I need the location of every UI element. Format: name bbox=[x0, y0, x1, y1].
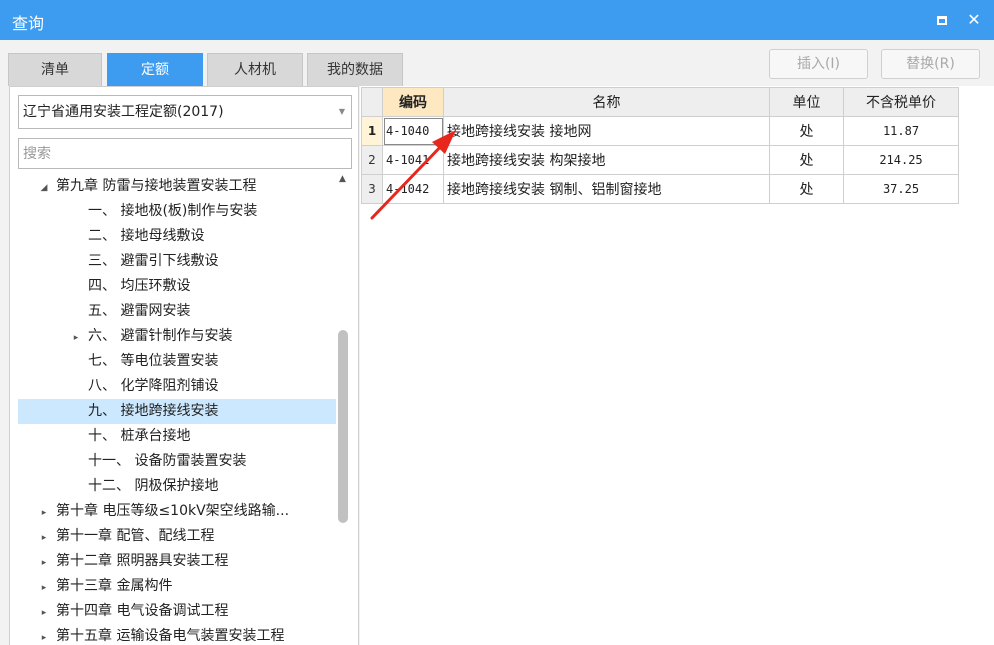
tab-labor-material-machine[interactable]: 人材机 bbox=[207, 53, 303, 86]
tree-item[interactable]: ▸ 第十三章 金属构件 bbox=[18, 574, 336, 599]
tree-item-label: 一、 接地极(板)制作与安装 bbox=[88, 203, 258, 219]
column-header-name[interactable]: 名称 bbox=[443, 87, 770, 117]
tree-item[interactable]: 七、 等电位装置安装 bbox=[18, 349, 336, 374]
cell-name[interactable]: 接地跨接线安装 钢制、铝制窗接地 bbox=[443, 174, 770, 204]
table-row[interactable]: 3 4-1042 接地跨接线安装 钢制、铝制窗接地 处 37.25 bbox=[361, 174, 959, 204]
tab-bill[interactable]: 清单 bbox=[8, 53, 102, 86]
expand-triangle-icon[interactable]: ▸ bbox=[38, 576, 50, 599]
tree-item[interactable]: 二、 接地母线敷设 bbox=[18, 224, 336, 249]
tree-item-label: 第十五章 运输设备电气装置安装工程 bbox=[56, 628, 285, 644]
tree-item-label: 九、 接地跨接线安装 bbox=[88, 403, 219, 419]
chevron-down-icon[interactable]: ▼ bbox=[339, 96, 345, 128]
cell-unit[interactable]: 处 bbox=[769, 116, 844, 146]
row-number: 3 bbox=[361, 174, 383, 204]
insert-button[interactable]: 插入(I) bbox=[769, 49, 868, 79]
tree-item[interactable]: ▸ 第十五章 运输设备电气装置安装工程 bbox=[18, 624, 336, 645]
cell-name[interactable]: 接地跨接线安装 接地网 bbox=[443, 116, 770, 146]
tree-item-label: 第十三章 金属构件 bbox=[56, 578, 173, 594]
scroll-up-arrow-icon[interactable]: ▲ bbox=[339, 174, 346, 184]
tab-quota[interactable]: 定额 bbox=[107, 53, 203, 86]
tree-item-label: 第十二章 照明器具安装工程 bbox=[56, 553, 229, 569]
cell-name[interactable]: 接地跨接线安装 构架接地 bbox=[443, 145, 770, 175]
tree-item-label: 十一、 设备防雷装置安装 bbox=[88, 453, 247, 469]
tree-item-label: 七、 等电位装置安装 bbox=[88, 353, 219, 369]
quota-library-select[interactable]: 辽宁省通用安装工程定额(2017) ▼ bbox=[18, 95, 352, 129]
tree-item-label: 第九章 防雷与接地装置安装工程 bbox=[56, 178, 257, 194]
row-number-header bbox=[361, 87, 383, 117]
expand-triangle-icon[interactable]: ▸ bbox=[38, 601, 50, 624]
collapse-triangle-icon[interactable]: ◢ bbox=[38, 176, 50, 199]
tree-item-label: 四、 均压环敷设 bbox=[88, 278, 191, 294]
tree-item[interactable]: 一、 接地极(板)制作与安装 bbox=[18, 199, 336, 224]
table-row[interactable]: 1 4-1040 接地跨接线安装 接地网 处 11.87 bbox=[361, 116, 959, 146]
tree-item[interactable]: ◢ 第九章 防雷与接地装置安装工程 bbox=[18, 174, 336, 199]
expand-triangle-icon[interactable]: ▸ bbox=[38, 501, 50, 524]
cell-price[interactable]: 11.87 bbox=[843, 116, 959, 146]
cell-unit[interactable]: 处 bbox=[769, 174, 844, 204]
maximize-icon[interactable] bbox=[930, 8, 954, 32]
tree-item-label: 第十一章 配管、配线工程 bbox=[56, 528, 215, 544]
expand-triangle-icon[interactable]: ▸ bbox=[70, 326, 82, 349]
cell-unit[interactable]: 处 bbox=[769, 145, 844, 175]
tree-item-label: 八、 化学降阻剂铺设 bbox=[88, 378, 219, 394]
row-number: 2 bbox=[361, 145, 383, 175]
tree-item-label: 六、 避雷针制作与安装 bbox=[88, 328, 233, 344]
tree-item[interactable]: ▸ 第十四章 电气设备调试工程 bbox=[18, 599, 336, 624]
expand-triangle-icon[interactable]: ▸ bbox=[38, 526, 50, 549]
chapter-tree: ◢ 第九章 防雷与接地装置安装工程一、 接地极(板)制作与安装 二、 接地母线敷设三… bbox=[18, 174, 336, 645]
scroll-thumb[interactable] bbox=[338, 330, 348, 523]
column-header-code[interactable]: 编码 bbox=[382, 87, 444, 117]
tree-item[interactable]: ▸ 第十二章 照明器具安装工程 bbox=[18, 549, 336, 574]
tree-item[interactable]: 八、 化学降阻剂铺设 bbox=[18, 374, 336, 399]
search-input[interactable] bbox=[18, 138, 352, 169]
window-title: 查询 bbox=[12, 14, 45, 33]
tree-item-label: 三、 避雷引下线敷设 bbox=[88, 253, 219, 269]
cell-code[interactable]: 4-1042 bbox=[382, 174, 444, 204]
tree-item-label: 十二、 阴极保护接地 bbox=[88, 478, 219, 494]
table-row[interactable]: 2 4-1041 接地跨接线安装 构架接地 处 214.25 bbox=[361, 145, 959, 175]
quota-library-value: 辽宁省通用安装工程定额(2017) bbox=[23, 104, 224, 120]
expand-triangle-icon[interactable]: ▸ bbox=[38, 551, 50, 574]
quota-grid-panel: 编码 名称 单位 不含税单价 1 4-1040 接地跨接线安装 接地网 处 11… bbox=[360, 86, 994, 645]
tree-item[interactable]: ▸ 第十一章 配管、配线工程 bbox=[18, 524, 336, 549]
tree-item-label: 第十四章 电气设备调试工程 bbox=[56, 603, 229, 619]
tree-item[interactable]: 十一、 设备防雷装置安装 bbox=[18, 449, 336, 474]
row-number: 1 bbox=[361, 116, 383, 146]
tree-item[interactable]: 三、 避雷引下线敷设 bbox=[18, 249, 336, 274]
tree-item-label: 十、 桩承台接地 bbox=[88, 428, 191, 444]
cell-code[interactable]: 4-1040 bbox=[382, 116, 444, 146]
tree-item[interactable]: ▸ 六、 避雷针制作与安装 bbox=[18, 324, 336, 349]
tree-item[interactable]: 五、 避雷网安装 bbox=[18, 299, 336, 324]
expand-triangle-icon[interactable]: ▸ bbox=[38, 626, 50, 645]
tree-item[interactable]: 十二、 阴极保护接地 bbox=[18, 474, 336, 499]
table-header-row: 编码 名称 单位 不含税单价 bbox=[361, 87, 959, 117]
close-icon[interactable]: ✕ bbox=[962, 8, 986, 32]
cell-code[interactable]: 4-1041 bbox=[382, 145, 444, 175]
tree-item[interactable]: ▸ 第十章 电压等级≤10kV架空线路输... bbox=[18, 499, 336, 524]
tree-item[interactable]: 九、 接地跨接线安装 bbox=[18, 399, 336, 424]
tree-item-label: 第十章 电压等级≤10kV架空线路输... bbox=[56, 503, 290, 519]
tree-item-label: 二、 接地母线敷设 bbox=[88, 228, 205, 244]
tab-my-data[interactable]: 我的数据 bbox=[307, 53, 403, 86]
dialog-body: 清单 定额 人材机 我的数据 插入(I) 替换(R) 辽宁省通用安装工程定额(2… bbox=[0, 40, 994, 645]
tree-scrollbar[interactable]: ▲ bbox=[337, 174, 352, 645]
cell-price[interactable]: 37.25 bbox=[843, 174, 959, 204]
tree-item-label: 五、 避雷网安装 bbox=[88, 303, 191, 319]
window-titlebar: 查询 ✕ bbox=[0, 0, 994, 40]
tree-item[interactable]: 四、 均压环敷设 bbox=[18, 274, 336, 299]
cell-price[interactable]: 214.25 bbox=[843, 145, 959, 175]
quota-table: 编码 名称 单位 不含税单价 1 4-1040 接地跨接线安装 接地网 处 11… bbox=[361, 87, 959, 204]
tree-item[interactable]: 十、 桩承台接地 bbox=[18, 424, 336, 449]
left-panel: 辽宁省通用安装工程定额(2017) ▼ ◢ 第九章 防雷与接地装置安装工程一、 接… bbox=[9, 86, 359, 645]
replace-button[interactable]: 替换(R) bbox=[881, 49, 980, 79]
column-header-unit[interactable]: 单位 bbox=[769, 87, 844, 117]
column-header-price[interactable]: 不含税单价 bbox=[843, 87, 959, 117]
